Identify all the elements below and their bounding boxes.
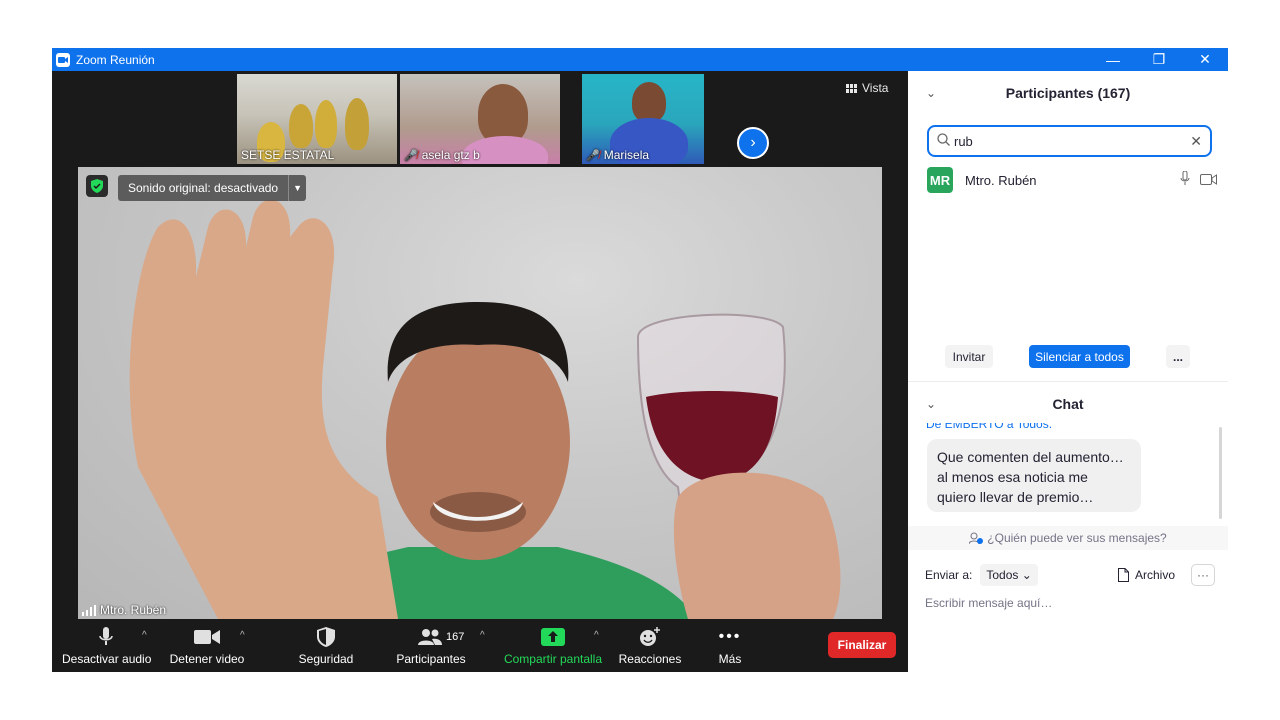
reactions-button[interactable]: Reacciones — [616, 626, 684, 666]
participants-options-chevron-icon[interactable]: ^ — [480, 630, 485, 641]
thumbnail-name: 🎤̸ asela gtz b — [404, 148, 480, 162]
close-button[interactable]: ✕ — [1182, 48, 1228, 71]
participant-name: Mtro. Rubén — [965, 172, 1037, 188]
more-button[interactable]: ••• Más — [708, 626, 752, 666]
next-page-button[interactable]: › — [737, 127, 769, 159]
participant-search[interactable]: rub ✕ — [927, 125, 1212, 157]
thumbnail-name: SETSE ESTATAL — [241, 148, 335, 162]
chat-more-button[interactable]: ··· — [1191, 564, 1215, 586]
mute-audio-label: Desactivar audio — [62, 652, 152, 666]
chat-title: Chat — [1052, 396, 1084, 412]
mute-audio-button[interactable]: Desactivar audio — [62, 626, 152, 666]
active-speaker-video: Sonido original: desactivado ▼ Mtro. Rub… — [78, 167, 882, 619]
share-screen-icon — [541, 628, 565, 646]
minimize-icon: — — [1106, 51, 1120, 68]
meeting-area: SETSE ESTATAL 🎤̸ asela gtz b 🎤̸ Marisela ›… — [52, 71, 908, 672]
participants-count: 167 — [446, 631, 465, 643]
title-bar: Zoom Reunión — ❐ ✕ — [52, 48, 1228, 71]
share-options-chevron-icon[interactable]: ^ — [594, 630, 599, 641]
side-panel: ⌄ Participantes (167) rub ✕ MR Mtro. Rub… — [908, 71, 1228, 672]
send-to-row: Enviar a: Todos ⌄ Archivo ··· — [925, 563, 1215, 587]
participant-row[interactable]: MR Mtro. Rubén — [927, 167, 1217, 193]
close-icon: ✕ — [1199, 51, 1211, 67]
shield-icon — [317, 627, 335, 647]
chevron-down-icon[interactable]: ⌄ — [926, 86, 936, 100]
view-label: Vista — [862, 81, 889, 95]
search-input[interactable]: rub — [954, 134, 1190, 149]
participants-label: Participantes — [396, 652, 466, 666]
chat-message-line: quiero llevar de premio… — [937, 489, 1094, 505]
chevron-down-icon: ⌄ — [1021, 568, 1032, 582]
speaker-name-label: Mtro. Rubén — [82, 603, 166, 617]
video-options-chevron-icon[interactable]: ^ — [240, 630, 245, 641]
original-sound-label: Sonido original: desactivado — [128, 181, 279, 195]
mic-muted-icon: 🎤̸ — [404, 149, 418, 162]
speaker-figure — [129, 199, 841, 619]
chevron-down-icon[interactable]: ⌄ — [926, 397, 936, 411]
panel-divider — [908, 381, 1228, 382]
window-title: Zoom Reunión — [76, 52, 155, 67]
zoom-window: Zoom Reunión — ❐ ✕ SETSE ESTATAL 🎤̸ asela… — [52, 48, 1228, 672]
reactions-label: Reacciones — [618, 652, 682, 666]
mute-all-button[interactable]: Silenciar a todos — [1029, 345, 1130, 368]
search-icon — [937, 133, 950, 149]
chat-header: ⌄ Chat — [908, 384, 1228, 424]
chevron-right-icon: › — [750, 134, 756, 151]
chat-sender-header: De EMBERTO a Todos: — [926, 423, 1053, 431]
who-can-see-label: ¿Quién puede ver sus mensajes? — [987, 531, 1167, 545]
security-label: Seguridad — [298, 652, 354, 666]
participants-header: ⌄ Participantes (167) — [908, 73, 1228, 113]
restore-icon: ❐ — [1152, 51, 1166, 67]
person-info-icon — [969, 532, 984, 544]
file-button[interactable]: Archivo — [1117, 568, 1175, 582]
microphone-icon — [99, 627, 113, 645]
video-thumbnail[interactable]: 🎤̸ Marisela — [582, 74, 704, 164]
signal-strength-icon — [82, 604, 96, 616]
send-to-select[interactable]: Todos ⌄ — [980, 564, 1038, 586]
view-button[interactable]: Vista — [846, 81, 888, 95]
who-can-see-messages-link[interactable]: ¿Quién puede ver sus mensajes? — [908, 526, 1228, 550]
stop-video-label: Detener video — [169, 652, 245, 666]
file-icon — [1117, 568, 1129, 582]
send-to-label: Enviar a: — [925, 568, 973, 582]
video-camera-icon[interactable] — [1200, 173, 1217, 188]
ellipsis-icon: ••• — [718, 628, 742, 645]
chat-scrollbar[interactable] — [1219, 427, 1222, 519]
minimize-button[interactable]: — — [1090, 48, 1136, 71]
avatar: MR — [927, 167, 953, 193]
participants-more-button[interactable]: ... — [1166, 345, 1190, 368]
original-sound-control[interactable]: Sonido original: desactivado ▼ — [118, 175, 307, 201]
participants-icon — [418, 629, 442, 645]
participants-button[interactable]: 167 Participantes — [392, 626, 470, 666]
chat-message-line: Que comenten del aumento… — [937, 449, 1124, 465]
invite-button[interactable]: Invitar — [945, 345, 993, 368]
clear-search-icon[interactable]: ✕ — [1190, 133, 1202, 150]
smiley-plus-icon — [640, 627, 660, 646]
meeting-toolbar: Desactivar audio ^ Detener video ^ Segur… — [52, 622, 908, 672]
video-camera-icon — [194, 630, 220, 644]
end-meeting-button[interactable]: Finalizar — [828, 632, 896, 658]
mic-muted-icon: 🎤̸ — [586, 149, 600, 162]
file-label: Archivo — [1134, 568, 1175, 582]
share-screen-label: Compartir pantalla — [503, 652, 603, 666]
share-screen-button[interactable]: Compartir pantalla — [500, 626, 606, 666]
participants-title: Participantes (167) — [1005, 85, 1131, 101]
security-button[interactable]: Seguridad — [292, 626, 360, 666]
encryption-shield-icon[interactable] — [86, 175, 108, 197]
microphone-icon[interactable] — [1180, 170, 1190, 189]
more-label: Más — [718, 652, 742, 666]
restore-button[interactable]: ❐ — [1136, 48, 1182, 71]
thumbnail-name: 🎤̸ Marisela — [586, 148, 650, 162]
chat-message-line: al menos esa noticia me — [937, 469, 1088, 485]
chevron-down-icon[interactable]: ▼ — [288, 175, 306, 201]
audio-options-chevron-icon[interactable]: ^ — [142, 630, 147, 641]
grid-icon — [846, 83, 857, 93]
chat-message-input[interactable] — [925, 593, 1215, 613]
stop-video-button[interactable]: Detener video — [168, 626, 246, 666]
chat-message: Que comenten del aumento… al menos esa n… — [927, 439, 1141, 512]
zoom-app-icon — [56, 52, 70, 67]
video-thumbnail[interactable]: SETSE ESTATAL — [237, 74, 397, 164]
video-thumbnail[interactable]: 🎤̸ asela gtz b — [400, 74, 560, 164]
